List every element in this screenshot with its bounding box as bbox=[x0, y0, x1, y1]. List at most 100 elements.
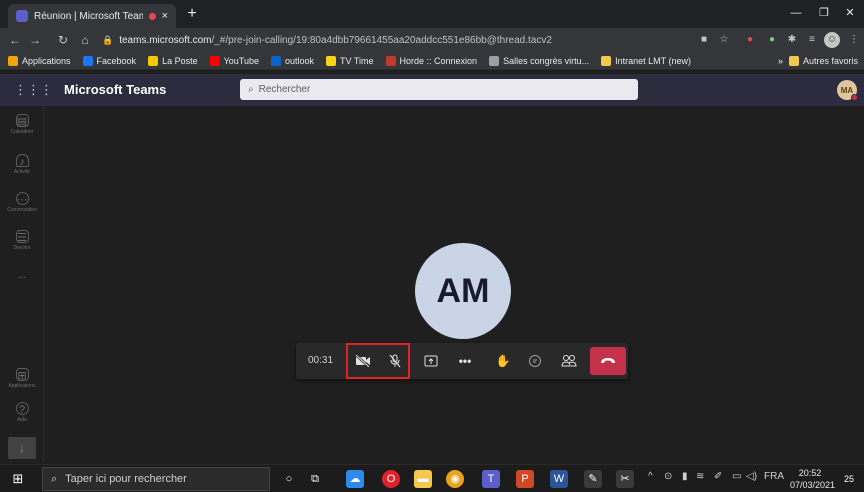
extensions-puzzle-icon[interactable]: ✱ bbox=[784, 32, 800, 48]
app-launcher-icon[interactable]: ⋮⋮⋮ bbox=[14, 82, 53, 98]
bookmark-applications[interactable]: Applications bbox=[8, 55, 71, 66]
address-bar-row: ← → ↻ ⌂ 🔒 teams.microsoft.com/_#/pre-joi… bbox=[0, 28, 864, 52]
chrome-icon[interactable]: ◉ bbox=[446, 470, 464, 488]
opera-icon[interactable]: O bbox=[382, 470, 400, 488]
raise-hand-icon[interactable]: ✋ bbox=[492, 350, 514, 372]
recording-indicator-icon bbox=[148, 12, 156, 20]
bookmarks-right: » Autres favoris bbox=[778, 52, 858, 70]
chat-icon[interactable] bbox=[524, 350, 546, 372]
bookmark-star-icon[interactable]: ☆ bbox=[716, 32, 732, 48]
share-screen-icon bbox=[424, 355, 438, 367]
snip-tool-icon[interactable]: ✂ bbox=[616, 470, 634, 488]
profile-icon[interactable]: ☺ bbox=[824, 32, 840, 48]
tray-network-icon[interactable]: ⊙ bbox=[664, 471, 672, 482]
chat-icon: ⋯ bbox=[15, 192, 29, 206]
reload-icon[interactable]: ↻ bbox=[54, 31, 72, 49]
camera-off-button[interactable] bbox=[352, 350, 374, 372]
cortana-icon[interactable]: ○ bbox=[280, 470, 298, 488]
tray-language[interactable]: FRA bbox=[764, 471, 784, 482]
other-bookmarks[interactable]: Autres favoris bbox=[788, 56, 858, 66]
teams-header: ⋮⋮⋮ Microsoft Teams ⌕ Rechercher MA bbox=[0, 74, 864, 106]
bookmarks-overflow-button[interactable]: » bbox=[778, 56, 783, 66]
file-explorer-icon[interactable]: ▬ bbox=[414, 470, 432, 488]
url-text: teams.microsoft.com/_#/pre-join-calling/… bbox=[119, 35, 552, 46]
new-tab-button[interactable]: + bbox=[182, 4, 202, 24]
notification-center-icon[interactable]: 25 bbox=[840, 470, 858, 488]
hang-up-button[interactable] bbox=[590, 347, 626, 375]
tray-display-icon[interactable]: ▭ bbox=[732, 471, 741, 482]
search-input[interactable]: ⌕ Rechercher bbox=[240, 79, 638, 100]
rail-item-help[interactable]: ? Aide bbox=[0, 402, 44, 442]
mic-off-icon bbox=[389, 354, 401, 368]
la-poste-icon bbox=[148, 55, 159, 66]
chrome-menu-icon[interactable]: ⋮ bbox=[846, 32, 862, 48]
bookmark-intranet[interactable]: Intranet LMT (new) bbox=[601, 55, 691, 66]
taskbar-search-placeholder: Taper ici pour rechercher bbox=[65, 473, 187, 485]
search-icon: ⌕ bbox=[51, 472, 58, 485]
hang-up-icon bbox=[601, 358, 615, 363]
home-icon[interactable]: ⌂ bbox=[76, 31, 94, 49]
reading-list-icon[interactable]: ≡ bbox=[804, 32, 820, 48]
bookmark-tv-time[interactable]: TV Time bbox=[326, 55, 374, 66]
forward-icon[interactable]: → bbox=[26, 31, 44, 49]
tray-volume-icon[interactable]: ◁) bbox=[746, 471, 757, 482]
folder-icon bbox=[601, 55, 612, 66]
rail-item-conversation[interactable]: ⋯ Conversation bbox=[0, 192, 44, 232]
bookmark-horde[interactable]: Horde :: Connexion bbox=[385, 55, 477, 66]
url-omnibox[interactable]: 🔒 teams.microsoft.com/_#/pre-join-callin… bbox=[102, 31, 762, 49]
bookmark-salles-congres[interactable]: Salles congrès virtu... bbox=[489, 55, 589, 66]
taskbar-clock[interactable]: 20:52 07/03/2021 bbox=[790, 467, 835, 491]
onedrive-icon[interactable]: ☁ bbox=[346, 470, 364, 488]
assignments-icon: ☰ bbox=[15, 230, 29, 244]
paint-icon[interactable]: ✎ bbox=[584, 470, 602, 488]
rail-item-calendar[interactable]: ▤ Calendrier bbox=[0, 114, 44, 154]
status-dot-icon bbox=[851, 94, 858, 101]
bookmark-outlook[interactable]: outlook bbox=[270, 55, 314, 66]
tray-overflow-icon[interactable]: ^ bbox=[648, 471, 653, 482]
bookmark-facebook[interactable]: Facebook bbox=[82, 55, 136, 66]
rail-item-more[interactable]: ... bbox=[0, 270, 44, 310]
call-timer: 00:31 bbox=[308, 355, 334, 366]
camera-indicator-icon[interactable]: ■ bbox=[696, 32, 712, 48]
word-icon[interactable]: W bbox=[550, 470, 568, 488]
apps-grid-icon bbox=[8, 55, 18, 66]
browser-tab[interactable]: Réunion | Microsoft Teams × bbox=[8, 4, 176, 28]
restore-icon[interactable]: ❐ bbox=[812, 4, 836, 22]
share-screen-button[interactable] bbox=[420, 350, 442, 372]
close-window-icon[interactable]: ✕ bbox=[838, 4, 862, 22]
download-icon[interactable]: ↓ bbox=[8, 437, 36, 459]
tray-pen-icon[interactable]: ✐ bbox=[714, 471, 722, 482]
outlook-icon bbox=[270, 55, 281, 66]
app-title: Microsoft Teams bbox=[64, 82, 167, 97]
search-icon: ⌕ bbox=[248, 84, 254, 95]
extension-green-icon[interactable]: ● bbox=[764, 32, 780, 48]
tray-battery-icon[interactable]: ▮ bbox=[682, 471, 688, 482]
teams-taskbar-icon[interactable]: T bbox=[482, 470, 500, 488]
minimize-icon[interactable]: — bbox=[784, 4, 808, 22]
tray-wifi-icon[interactable]: ≋ bbox=[696, 471, 704, 482]
extension-red-icon[interactable]: ● bbox=[742, 32, 758, 48]
task-view-icon[interactable]: ⧉ bbox=[306, 470, 324, 488]
powerpoint-icon[interactable]: P bbox=[516, 470, 534, 488]
tab-close-icon[interactable]: × bbox=[162, 10, 168, 22]
user-avatar[interactable]: MA bbox=[837, 80, 858, 101]
salles-icon bbox=[489, 55, 500, 66]
horde-icon bbox=[385, 55, 396, 66]
participants-icon[interactable] bbox=[558, 350, 580, 372]
bookmark-la-poste[interactable]: La Poste bbox=[148, 55, 198, 66]
mic-off-button[interactable] bbox=[384, 350, 406, 372]
more-actions-icon[interactable]: ••• bbox=[454, 350, 476, 372]
rail-item-assignments[interactable]: ☰ Devoirs bbox=[0, 230, 44, 270]
bell-icon: ♪ bbox=[15, 154, 29, 168]
call-control-bar: 00:31 ••• ✋ bbox=[296, 343, 628, 379]
bookmark-youtube[interactable]: YouTube bbox=[209, 55, 259, 66]
search-placeholder: Rechercher bbox=[258, 84, 311, 95]
taskbar-search-input[interactable]: ⌕ Taper ici pour rechercher bbox=[42, 467, 270, 491]
windows-start-icon[interactable]: ⊞ bbox=[10, 471, 26, 487]
back-icon[interactable]: ← bbox=[6, 31, 24, 49]
chat-bubble-icon bbox=[529, 355, 541, 367]
more-icon: ... bbox=[17, 270, 27, 281]
browser-tab-strip: Réunion | Microsoft Teams × + — ❐ ✕ bbox=[0, 0, 864, 28]
tv-time-icon bbox=[326, 55, 336, 66]
rail-item-activity[interactable]: ♪ Activité bbox=[0, 154, 44, 194]
